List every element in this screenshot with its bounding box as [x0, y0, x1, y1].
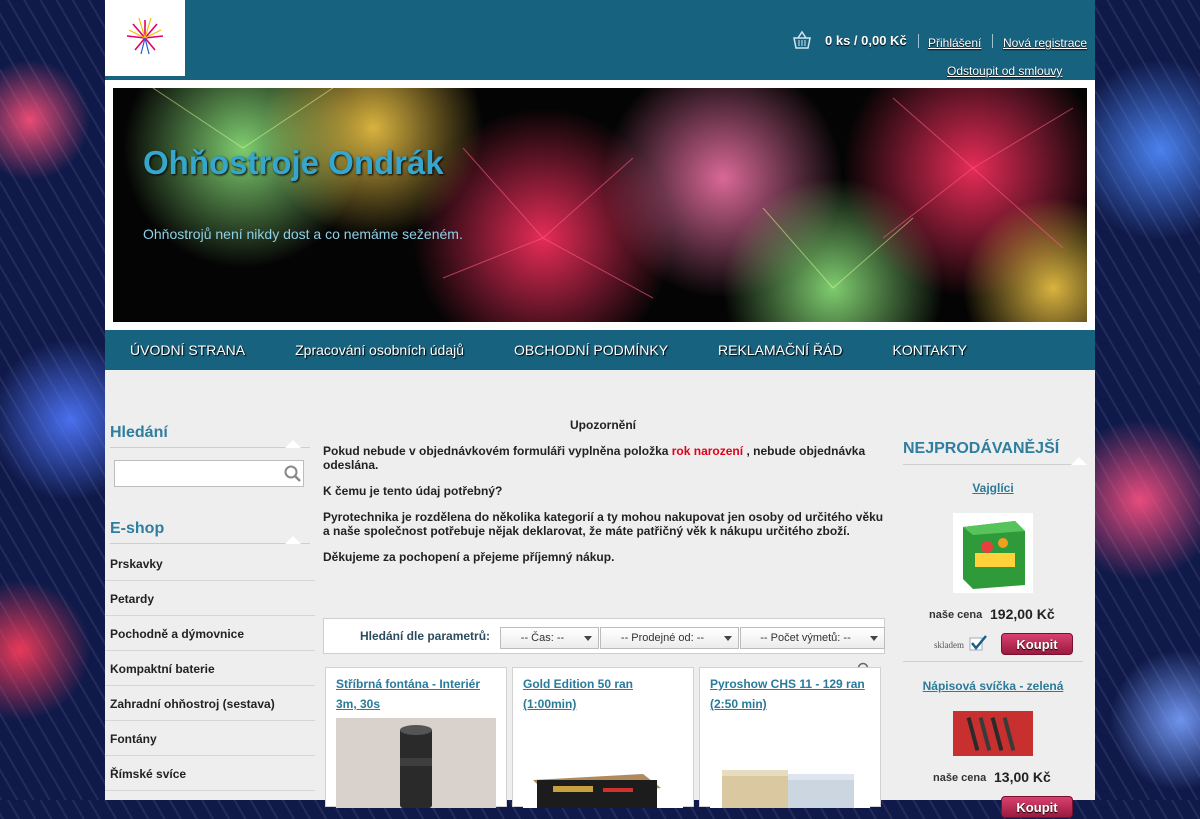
chevron-down-icon	[584, 636, 592, 641]
bestsellers-heading: NEJPRODÁVANĚJŠÍ	[903, 440, 1060, 457]
price-label: naše cena	[929, 609, 983, 621]
fountain-image	[336, 718, 496, 808]
notice-explanation: Pyrotechnika je rozdělena do několika ka…	[323, 510, 884, 538]
notice-text: Pokud nebude v objednávkovém formuláři v…	[323, 444, 672, 458]
register-link[interactable]: Nová registrace	[1003, 36, 1087, 50]
eshop-heading: E-shop	[110, 520, 165, 537]
pyroshow-box-image	[710, 718, 870, 808]
heading-notch	[1071, 457, 1087, 465]
nav-complaints[interactable]: REKLAMAČNÍ ŘÁD	[718, 342, 842, 358]
heading-notch	[285, 536, 301, 544]
bestseller-name-link[interactable]: Nápisová svíčka - zelená	[903, 679, 1083, 693]
main-navigation: ÚVODNÍ STRANA Zpracování osobních údajů …	[105, 330, 1095, 370]
nav-home[interactable]: ÚVODNÍ STRANA	[130, 342, 245, 358]
heading-rule	[110, 543, 310, 544]
candle-image	[953, 711, 1033, 756]
category-pochodne[interactable]: Pochodně a dýmovnice	[105, 617, 315, 651]
category-fontany[interactable]: Fontány	[105, 722, 315, 756]
product-image[interactable]	[523, 718, 683, 808]
bestseller-image[interactable]	[953, 513, 1033, 593]
page-wrapper: 0 ks / 0,00 Kč Přihlášení Nová registrac…	[105, 0, 1095, 818]
site-logo[interactable]	[105, 0, 185, 76]
notice-title: Upozornění	[570, 418, 636, 432]
vajglici-box-image	[953, 513, 1033, 593]
nav-privacy[interactable]: Zpracování osobních údajů	[295, 342, 464, 358]
fireworks-image	[113, 88, 1087, 322]
site-title: Ohňostroje Ondrák	[143, 144, 444, 181]
heading-rule	[110, 447, 310, 448]
notice-highlight: rok narození	[671, 444, 744, 458]
heading-notch	[285, 440, 301, 448]
stock-status: skladem	[934, 640, 964, 650]
product-name-link[interactable]: Gold Edition 50 ran (1:00min)	[523, 674, 688, 714]
price-value: 13,00 Kč	[994, 769, 1051, 785]
product-name-link[interactable]: Stříbrná fontána - Interiér 3m, 30s	[336, 674, 501, 714]
shots-select-value: -- Počet výmetů: --	[760, 632, 851, 644]
product-card[interactable]: Stříbrná fontána - Interiér 3m, 30s	[325, 667, 507, 808]
search-icon[interactable]	[283, 464, 303, 484]
buy-button[interactable]: Koupit	[1001, 796, 1073, 818]
parameter-filter-label: Hledání dle parametrů:	[360, 629, 491, 643]
shots-select[interactable]: -- Počet výmetů: --	[740, 627, 885, 649]
chevron-down-icon	[724, 636, 732, 641]
withdraw-link[interactable]: Odstoupit od smlouvy	[947, 64, 1062, 78]
cart-total[interactable]: 0 ks / 0,00 Kč	[825, 33, 907, 48]
site-slogan: Ohňostrojů není nikdy dost a co nemáme s…	[143, 226, 463, 242]
sale-from-select[interactable]: -- Prodejné od: --	[600, 627, 739, 649]
login-link[interactable]: Přihlášení	[928, 36, 981, 50]
category-prskavky[interactable]: Prskavky	[105, 547, 315, 581]
header-separator	[918, 34, 919, 48]
buy-button[interactable]: Koupit	[1001, 633, 1073, 655]
header-bar: 0 ks / 0,00 Kč Přihlášení Nová registrac…	[105, 0, 1095, 80]
product-image[interactable]	[336, 718, 496, 808]
chevron-down-icon	[870, 636, 878, 641]
item-separator	[903, 661, 1083, 662]
search-heading: Hledání	[110, 424, 168, 441]
header-separator	[992, 34, 993, 48]
cart-summary[interactable]: 0 ks / 0,00 Kč	[791, 29, 907, 51]
search-input[interactable]	[114, 460, 304, 487]
category-zahradni-ohnostroj[interactable]: Zahradní ohňostroj (sestava)	[105, 687, 315, 721]
category-kompaktni-baterie[interactable]: Kompaktní baterie	[105, 652, 315, 686]
bestseller-name-link[interactable]: Vajglíci	[903, 481, 1083, 495]
basket-icon[interactable]	[791, 29, 813, 51]
logo-firework-icon	[105, 0, 185, 76]
notice-question: K čemu je tento údaj potřebný?	[323, 484, 503, 498]
time-select-value: -- Čas: --	[520, 632, 565, 644]
category-petardy[interactable]: Petardy	[105, 582, 315, 616]
heading-rule	[903, 464, 1083, 465]
price-value: 192,00 Kč	[990, 606, 1055, 622]
time-select[interactable]: -- Čas: --	[500, 627, 599, 649]
parameter-filter: Hledání dle parametrů: -- Čas: -- -- Pro…	[323, 618, 885, 654]
nav-contacts[interactable]: KONTAKTY	[893, 342, 967, 358]
price-label: naše cena	[933, 772, 987, 784]
banner-frame: Ohňostroje Ondrák Ohňostrojů není nikdy …	[105, 80, 1095, 330]
nav-terms[interactable]: OBCHODNÍ PODMÍNKY	[514, 342, 668, 358]
product-image[interactable]	[710, 718, 870, 808]
product-name-link[interactable]: Pyroshow CHS 11 - 129 ran (2:50 min)	[710, 674, 875, 714]
notice-thanks: Děkujeme za pochopení a přejeme příjemný…	[323, 550, 615, 564]
sale-from-select-value: -- Prodejné od: --	[620, 632, 705, 644]
battery-box-image	[523, 718, 683, 808]
in-stock-check-icon	[969, 635, 987, 651]
product-card[interactable]: Pyroshow CHS 11 - 129 ran (2:50 min)	[699, 667, 881, 808]
product-card[interactable]: Gold Edition 50 ran (1:00min)	[512, 667, 694, 808]
bestseller-image[interactable]	[953, 711, 1033, 756]
category-rimske-svice[interactable]: Římské svíce	[105, 757, 315, 791]
notice-paragraph: Pokud nebude v objednávkovém formuláři v…	[323, 444, 889, 472]
banner: Ohňostroje Ondrák Ohňostrojů není nikdy …	[113, 88, 1087, 322]
